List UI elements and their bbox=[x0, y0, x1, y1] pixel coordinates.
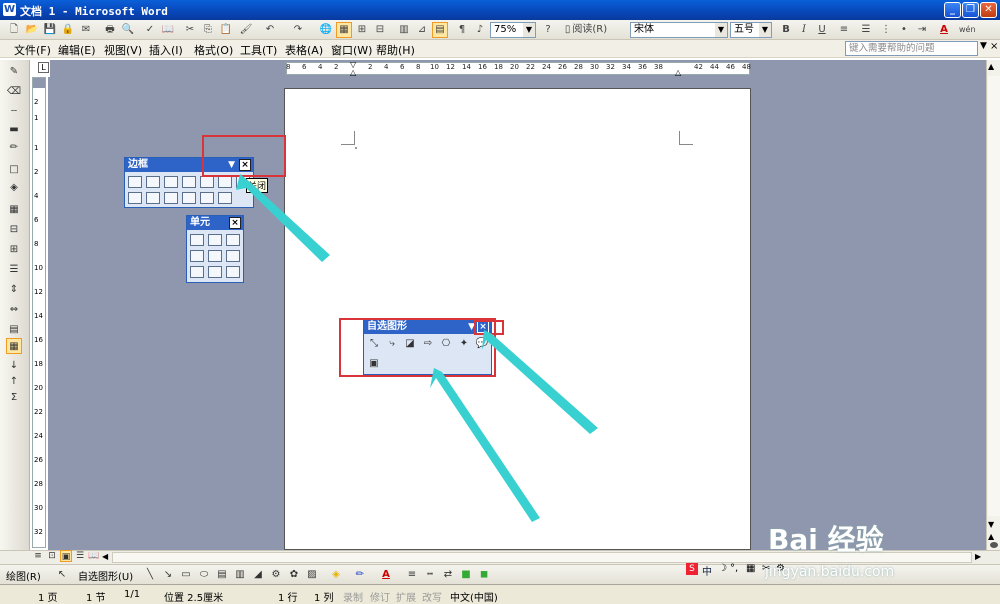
arrow-to-borders-close bbox=[236, 174, 330, 262]
baidu-watermark-url: jingyan.baidu.com bbox=[765, 564, 895, 580]
arrow-to-autoshapes-close bbox=[482, 330, 598, 434]
baidu-watermark: Bai 经验 bbox=[768, 523, 884, 556]
arrow-to-autoshapes-toolbar bbox=[430, 368, 540, 522]
annotation-arrows bbox=[236, 174, 598, 522]
